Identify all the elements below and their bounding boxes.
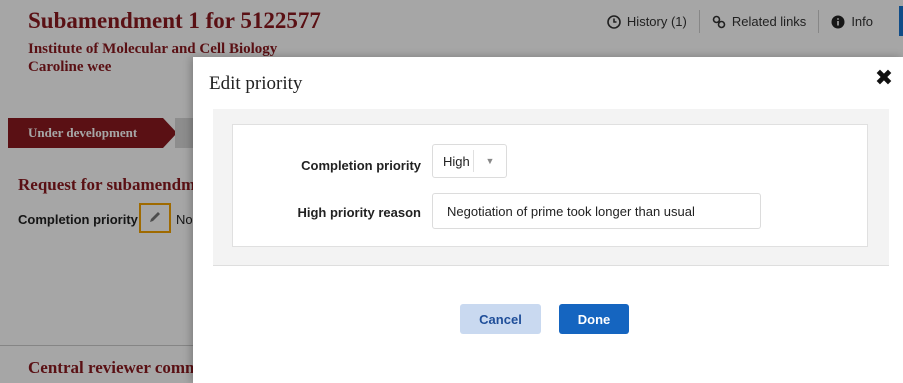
cancel-button[interactable]: Cancel [460, 304, 541, 334]
high-priority-reason-input[interactable] [432, 193, 761, 229]
edit-priority-dialog: Edit priority ✖ Completion priority High… [193, 57, 903, 383]
high-priority-reason-label: High priority reason [297, 205, 421, 220]
dialog-title: Edit priority [209, 73, 303, 94]
completion-priority-select[interactable]: High ▼ [432, 144, 507, 178]
priority-form: Completion priority High ▼ High priority… [232, 124, 868, 247]
form-panel: Completion priority High ▼ High priority… [213, 109, 889, 266]
chevron-down-icon: ▼ [485, 156, 495, 166]
completion-priority-selected: High [443, 153, 470, 169]
done-button[interactable]: Done [559, 304, 629, 334]
close-icon[interactable]: ✖ [873, 67, 895, 89]
completion-priority-field-label: Completion priority [301, 158, 421, 173]
